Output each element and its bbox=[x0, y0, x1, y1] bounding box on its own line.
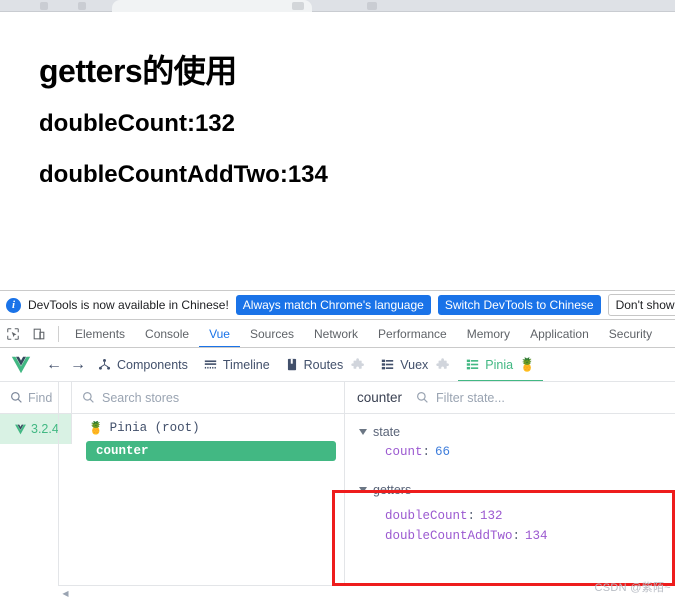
info-icon: i bbox=[6, 297, 21, 313]
tab-vue[interactable]: Vue bbox=[199, 321, 240, 347]
chevron-down-icon[interactable] bbox=[359, 429, 367, 435]
browser-tab[interactable] bbox=[112, 0, 377, 12]
tab-elements[interactable]: Elements bbox=[65, 321, 135, 347]
vue-logo-icon bbox=[11, 356, 31, 373]
device-toolbar-icon[interactable] bbox=[26, 321, 52, 347]
vue-tab-timeline[interactable]: Timeline bbox=[196, 348, 278, 381]
chevron-down-icon[interactable] bbox=[359, 487, 367, 493]
search-stores-input[interactable]: Search stores bbox=[72, 382, 344, 413]
inspector-store-title: counter bbox=[357, 390, 403, 405]
vue-tab-components[interactable]: Components bbox=[90, 348, 196, 381]
arrow-left-icon[interactable]: ← bbox=[42, 353, 66, 377]
tab-network[interactable]: Network bbox=[304, 321, 368, 347]
version-row: 3.2.4 🍍 Pinia (root) counter bbox=[0, 414, 344, 461]
entry-value: 132 bbox=[480, 509, 503, 523]
pineapple-icon: 🍍 bbox=[88, 421, 104, 436]
watermark: CSDN @紫陌~ bbox=[594, 582, 671, 594]
inspector-header: counter Filter state... bbox=[345, 382, 675, 414]
tree-section-getters[interactable]: getters bbox=[345, 480, 675, 500]
arrow-right-icon[interactable]: → bbox=[66, 353, 90, 377]
vue-devtools-toolbar: ← → Components Timeline Routes Vuex Pini… bbox=[0, 348, 675, 382]
inspect-element-icon[interactable] bbox=[0, 321, 26, 347]
tree-section-state-label: state bbox=[373, 425, 401, 439]
switch-devtools-chinese-button[interactable]: Switch DevTools to Chinese bbox=[437, 295, 601, 315]
find-bar: Find Search stores bbox=[0, 382, 344, 414]
left-horizontal-scrollbar[interactable]: ◀ bbox=[58, 585, 345, 600]
tab-close-icon bbox=[367, 2, 377, 10]
vue-tab-routes-label: Routes bbox=[303, 357, 344, 372]
store-item-counter[interactable]: counter bbox=[86, 441, 336, 461]
search-icon bbox=[83, 392, 94, 403]
vue-tab-vuex-label: Vuex bbox=[400, 357, 429, 372]
chrome-ghost-control-2 bbox=[78, 2, 86, 10]
tabbar-divider bbox=[58, 326, 59, 342]
double-count-add-two-text: doubleCountAddTwo:134 bbox=[39, 161, 328, 188]
notification-message: DevTools is now available in Chinese! bbox=[28, 298, 229, 312]
tab-console[interactable]: Console bbox=[135, 321, 199, 347]
entry-value: 134 bbox=[525, 529, 548, 543]
vuex-list-icon bbox=[381, 358, 394, 371]
puzzle-plugin-icon bbox=[351, 357, 365, 369]
state-entry-count[interactable]: count:66 bbox=[345, 442, 675, 462]
find-input[interactable]: Find bbox=[0, 382, 72, 413]
pinia-list-icon bbox=[466, 358, 479, 371]
search-icon bbox=[417, 392, 428, 403]
page-title: getters的使用 bbox=[39, 53, 237, 89]
tab-performance[interactable]: Performance bbox=[368, 321, 457, 347]
left-panel-divider bbox=[58, 382, 59, 600]
routes-book-icon bbox=[286, 358, 298, 371]
devtools-language-notification: i DevTools is now available in Chinese! … bbox=[0, 290, 675, 320]
vue-tab-timeline-label: Timeline bbox=[222, 357, 270, 372]
getter-entry-double-count-add-two[interactable]: doubleCountAddTwo:134 bbox=[345, 526, 675, 546]
vue-version-badge: 3.2.4 bbox=[0, 414, 72, 444]
entry-key: doubleCount bbox=[385, 509, 468, 523]
store-inspector-panel: counter Filter state... state count:66 g… bbox=[332, 382, 675, 600]
tree-section-getters-label: getters bbox=[373, 483, 412, 497]
entry-key: count bbox=[385, 445, 423, 459]
devtools-tabbar: Elements Console Vue Sources Network Per… bbox=[0, 321, 675, 348]
state-tree: state count:66 getters doubleCount:132 d… bbox=[345, 414, 675, 546]
search-icon bbox=[11, 392, 22, 403]
vue-tab-components-label: Components bbox=[117, 357, 188, 372]
store-root-item[interactable]: 🍍 Pinia (root) bbox=[72, 418, 344, 438]
browser-chrome bbox=[0, 0, 675, 12]
vue-tab-vuex[interactable]: Vuex bbox=[373, 348, 458, 381]
tab-favicon bbox=[292, 2, 304, 10]
devtools-screenshot: getters的使用 doubleCount:132 doubleCountAd… bbox=[0, 0, 675, 600]
filter-state-placeholder: Filter state... bbox=[436, 390, 505, 405]
tab-sources[interactable]: Sources bbox=[240, 321, 304, 347]
vue-tab-pinia[interactable]: Pinia 🍍 bbox=[458, 348, 543, 381]
chrome-ghost-control-1 bbox=[40, 2, 48, 10]
tab-security[interactable]: Security bbox=[599, 321, 662, 347]
store-list-panel: Find Search stores 3.2.4 🍍 Pinia (root) … bbox=[0, 382, 345, 600]
entry-value: 66 bbox=[435, 445, 451, 459]
tab-memory[interactable]: Memory bbox=[457, 321, 520, 347]
tree-section-state[interactable]: state bbox=[345, 422, 675, 442]
search-stores-placeholder: Search stores bbox=[102, 390, 180, 405]
devtools-panels: Find Search stores 3.2.4 🍍 Pinia (root) … bbox=[0, 382, 675, 600]
vue-logo-icon bbox=[15, 424, 26, 434]
timeline-icon bbox=[204, 358, 217, 371]
page-viewport: getters的使用 doubleCount:132 doubleCountAd… bbox=[0, 13, 675, 290]
vue-version-text: 3.2.4 bbox=[31, 422, 59, 436]
vue-tab-pinia-label: Pinia bbox=[485, 357, 514, 372]
pineapple-icon: 🍍 bbox=[519, 356, 536, 372]
component-tree-icon bbox=[98, 358, 111, 371]
entry-key: doubleCountAddTwo bbox=[385, 529, 513, 543]
getter-entry-double-count[interactable]: doubleCount:132 bbox=[345, 506, 675, 526]
filter-state-input[interactable]: Filter state... bbox=[416, 391, 505, 405]
double-count-text: doubleCount:132 bbox=[39, 110, 235, 137]
find-placeholder: Find bbox=[28, 390, 53, 405]
dont-show-again-button[interactable]: Don't show again bbox=[607, 294, 675, 316]
puzzle-plugin-icon bbox=[436, 357, 450, 369]
tab-application[interactable]: Application bbox=[520, 321, 599, 347]
store-list: 🍍 Pinia (root) counter bbox=[72, 414, 344, 461]
always-match-language-button[interactable]: Always match Chrome's language bbox=[235, 295, 431, 315]
scroll-left-arrow-icon[interactable]: ◀ bbox=[58, 586, 73, 600]
store-root-label: Pinia (root) bbox=[109, 421, 200, 435]
vue-tab-routes[interactable]: Routes bbox=[278, 348, 374, 381]
